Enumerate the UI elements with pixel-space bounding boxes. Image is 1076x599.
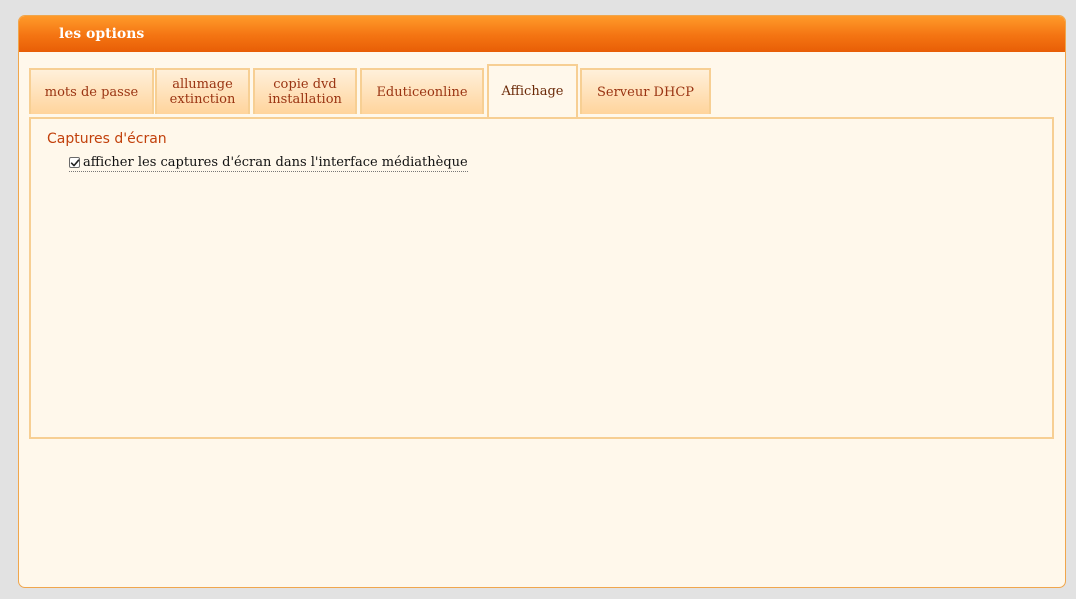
- tab-bar: mots de passe allumage extinction copie d…: [29, 64, 1059, 117]
- section-title-captures: Captures d'écran: [47, 131, 167, 147]
- tab-serveur-dhcp[interactable]: Serveur DHCP: [580, 68, 711, 114]
- tab-allumage-extinction[interactable]: allumage extinction: [155, 68, 250, 114]
- screenshot-option[interactable]: afficher les captures d'écran dans l'int…: [69, 155, 468, 172]
- tab-label: mots de passe: [44, 84, 139, 100]
- screenshot-option-label: afficher les captures d'écran dans l'int…: [83, 155, 468, 170]
- tab-eduticeonline[interactable]: Eduticeonline: [360, 68, 484, 114]
- tab-affichage[interactable]: Affichage: [487, 64, 578, 117]
- tab-copie-dvd-installation[interactable]: copie dvd installation: [253, 68, 357, 114]
- tab-mots-de-passe[interactable]: mots de passe: [29, 68, 154, 114]
- tab-label: Affichage: [501, 84, 564, 99]
- affichage-panel: Captures d'écran afficher les captures d…: [29, 117, 1054, 439]
- options-window: les options mots de passe allumage extinc…: [18, 15, 1066, 588]
- checkmark-icon: [70, 159, 80, 167]
- screenshot-checkbox[interactable]: [69, 157, 80, 168]
- window-title: les options: [19, 16, 1065, 52]
- tab-label: allumage extinction: [169, 77, 236, 107]
- tab-label: copie dvd installation: [268, 77, 342, 107]
- tab-label: Serveur DHCP: [596, 84, 695, 100]
- tab-label: Eduticeonline: [376, 84, 468, 100]
